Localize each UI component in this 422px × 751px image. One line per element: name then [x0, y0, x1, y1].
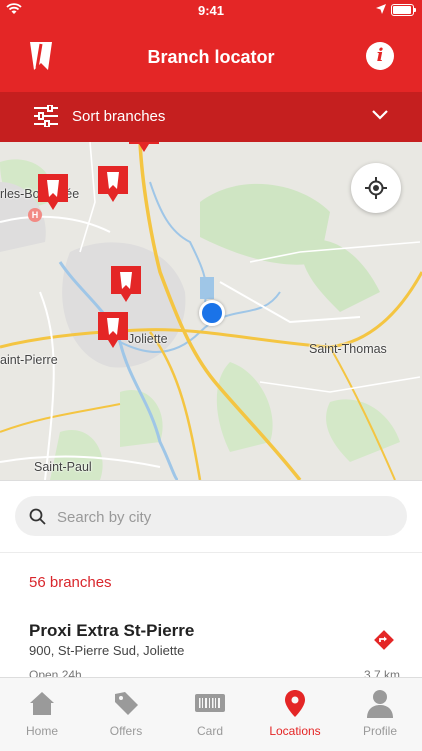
tag-icon — [115, 692, 138, 715]
page-title: Branch locator — [147, 47, 275, 67]
map-label-saint-thomas: Saint-Thomas — [309, 342, 387, 356]
branch-count: 56 branches — [29, 574, 112, 591]
barcode-card-icon — [195, 694, 225, 712]
app-header: Branch locator i — [0, 22, 422, 92]
search-section — [0, 480, 422, 553]
info-icon[interactable]: i — [366, 42, 394, 70]
tab-home[interactable]: Home — [0, 678, 84, 751]
user-location-dot — [199, 300, 225, 326]
tab-label: Card — [196, 724, 223, 738]
person-icon — [367, 690, 393, 718]
location-pin-icon — [285, 690, 305, 717]
home-icon — [30, 692, 54, 715]
battery-icon — [391, 4, 416, 16]
branch-address: 900, St-Pierre Sud, Joliette — [29, 643, 185, 658]
map-label-joliette: Joliette — [128, 332, 168, 346]
tab-offers[interactable]: Offers — [84, 678, 168, 751]
sliders-icon — [34, 105, 58, 127]
search-icon — [29, 508, 46, 525]
branch-pin[interactable] — [109, 264, 143, 304]
directions-icon[interactable] — [373, 629, 395, 651]
map-label-saint-paul: Saint-Paul — [34, 460, 92, 474]
branch-pin[interactable] — [36, 172, 70, 212]
tab-profile[interactable]: Profile — [338, 678, 422, 751]
status-time: 9:41 — [197, 3, 225, 18]
branch-name: Proxi Extra St-Pierre — [29, 621, 195, 640]
branch-list-item[interactable]: Proxi Extra St-Pierre 900, St-Pierre Sud… — [0, 608, 422, 682]
branch-pin[interactable] — [127, 142, 161, 154]
tab-label: Offers — [109, 724, 143, 738]
location-arrow-icon — [376, 4, 386, 14]
search-input[interactable] — [55, 496, 389, 538]
locate-me-button[interactable] — [351, 163, 401, 213]
tab-label: Profile — [362, 724, 397, 738]
tab-label: Home — [25, 724, 58, 738]
status-bar: 9:41 — [0, 0, 422, 22]
search-box[interactable] — [15, 496, 407, 538]
tab-bar: Home Offers Card Locations Profile — [0, 677, 422, 751]
branch-pin[interactable] — [96, 310, 130, 350]
divider — [0, 552, 422, 553]
sort-branches-bar[interactable]: Sort branches — [0, 92, 422, 142]
branch-pin[interactable] — [96, 164, 130, 204]
tab-card[interactable]: Card — [168, 678, 252, 751]
chevron-down-icon[interactable] — [372, 110, 388, 120]
tab-label: Locations — [269, 724, 321, 738]
map-label-saint-pierre: aint-Pierre — [0, 353, 58, 367]
tab-locations[interactable]: Locations — [253, 678, 337, 751]
crosshair-icon — [365, 177, 387, 199]
sort-branches-label: Sort branches — [72, 108, 166, 125]
